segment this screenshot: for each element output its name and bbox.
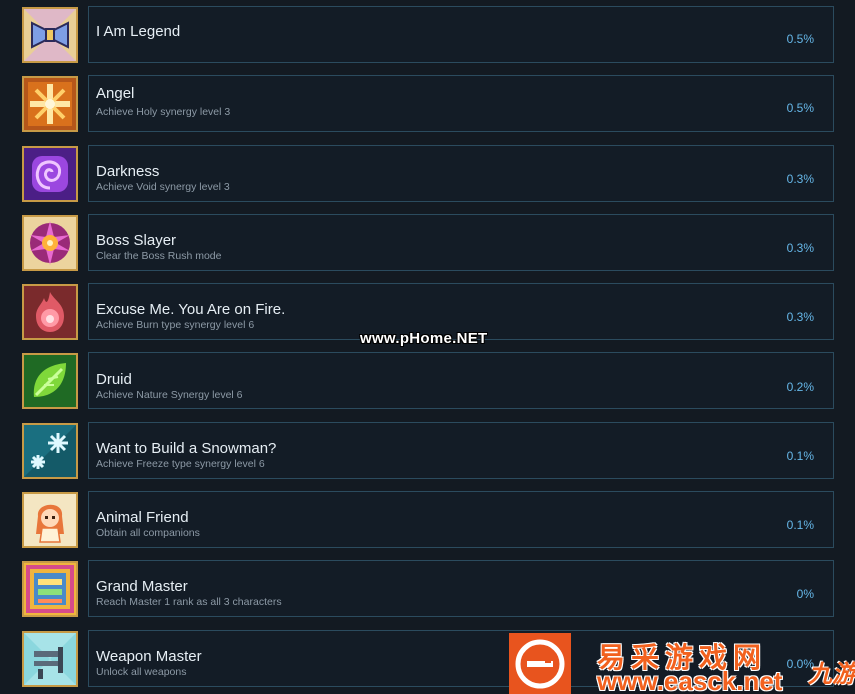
flame-icon: [22, 284, 78, 340]
achievement-list-window: I Am Legend 0.5% Angel Achieve Holy syne…: [0, 0, 855, 694]
unlock-percentage: 0.1%: [786, 518, 814, 532]
unlock-percentage: 0%: [796, 587, 814, 601]
watermark-side-logo: 九游: [808, 661, 855, 688]
unlock-percentage: 0.1%: [786, 449, 814, 463]
holy-cross-icon: [22, 76, 78, 132]
achievement-description: Achieve Burn type synergy level 6: [96, 319, 255, 331]
bowtie-icon: [22, 7, 78, 63]
weapons-icon: [22, 631, 78, 687]
companion-girl-icon: [22, 492, 78, 548]
achievement-row-boss-slayer[interactable]: Boss Slayer Clear the Boss Rush mode 0.3…: [22, 214, 834, 272]
achievement-card: Druid Achieve Nature Synergy level 6 0.2…: [88, 352, 834, 409]
achievement-description: Unlock all weapons: [96, 666, 187, 678]
achievement-card: I Am Legend 0.5%: [88, 6, 834, 63]
achievement-row-snowman[interactable]: Want to Build a Snowman? Achieve Freeze …: [22, 422, 834, 480]
boss-emblem-icon: [22, 215, 78, 271]
master-frame-icon: [22, 561, 78, 617]
achievement-description: Reach Master 1 rank as all 3 characters: [96, 596, 282, 608]
achievement-row-grand-master[interactable]: Grand Master Reach Master 1 rank as all …: [22, 560, 834, 618]
achievement-row-druid[interactable]: Druid Achieve Nature Synergy level 6 0.2…: [22, 352, 834, 410]
achievement-title: Grand Master: [96, 578, 188, 595]
achievement-title: Druid: [96, 371, 132, 388]
achievement-title: Darkness: [96, 163, 160, 180]
achievement-title: Animal Friend: [96, 509, 189, 526]
achievement-row-darkness[interactable]: Darkness Achieve Void synergy level 3 0.…: [22, 145, 834, 203]
achievement-row-animal-friend[interactable]: Animal Friend Obtain all companions 0.1%: [22, 491, 834, 549]
achievement-card: Animal Friend Obtain all companions 0.1%: [88, 491, 834, 548]
achievement-card: Darkness Achieve Void synergy level 3 0.…: [88, 145, 834, 202]
achievement-description: Achieve Void synergy level 3: [96, 181, 230, 193]
achievement-title: Want to Build a Snowman?: [96, 440, 277, 457]
achievement-title: I Am Legend: [96, 23, 181, 40]
achievement-card: Grand Master Reach Master 1 rank as all …: [88, 560, 834, 617]
unlock-percentage: 0.2%: [786, 380, 814, 394]
unlock-percentage: 0.3%: [786, 310, 814, 324]
achievement-card: Boss Slayer Clear the Boss Rush mode 0.3…: [88, 214, 834, 271]
achievement-title: Excuse Me. You Are on Fire.: [96, 301, 286, 318]
achievement-row-i-am-legend[interactable]: I Am Legend 0.5%: [22, 6, 834, 64]
achievement-description: Achieve Holy synergy level 3: [96, 106, 231, 118]
achievement-card: Angel Achieve Holy synergy level 3 0.5%: [88, 75, 834, 132]
achievement-row-angel[interactable]: Angel Achieve Holy synergy level 3 0.5%: [22, 75, 834, 133]
leaf-icon: [22, 353, 78, 409]
unlock-percentage: 0.3%: [786, 172, 814, 186]
unlock-percentage: 0.3%: [786, 241, 814, 255]
achievement-title: Boss Slayer: [96, 232, 177, 249]
watermark-logo-icon: [509, 633, 571, 694]
unlock-percentage: 0.5%: [786, 32, 814, 46]
center-watermark: www.pHome.NET: [360, 330, 488, 347]
achievement-description: Clear the Boss Rush mode: [96, 250, 222, 262]
void-spiral-icon: [22, 146, 78, 202]
achievement-card: Want to Build a Snowman? Achieve Freeze …: [88, 422, 834, 479]
achievement-description: Achieve Nature Synergy level 6: [96, 389, 243, 401]
achievement-title: Angel: [96, 85, 135, 102]
achievement-description: Obtain all companions: [96, 527, 200, 539]
watermark-url: www.easck.net: [597, 666, 783, 694]
achievement-description: Achieve Freeze type synergy level 6: [96, 458, 265, 470]
unlock-percentage: 0.5%: [786, 101, 814, 115]
snowflake-icon: [22, 423, 78, 479]
achievement-title: Weapon Master: [96, 648, 202, 665]
